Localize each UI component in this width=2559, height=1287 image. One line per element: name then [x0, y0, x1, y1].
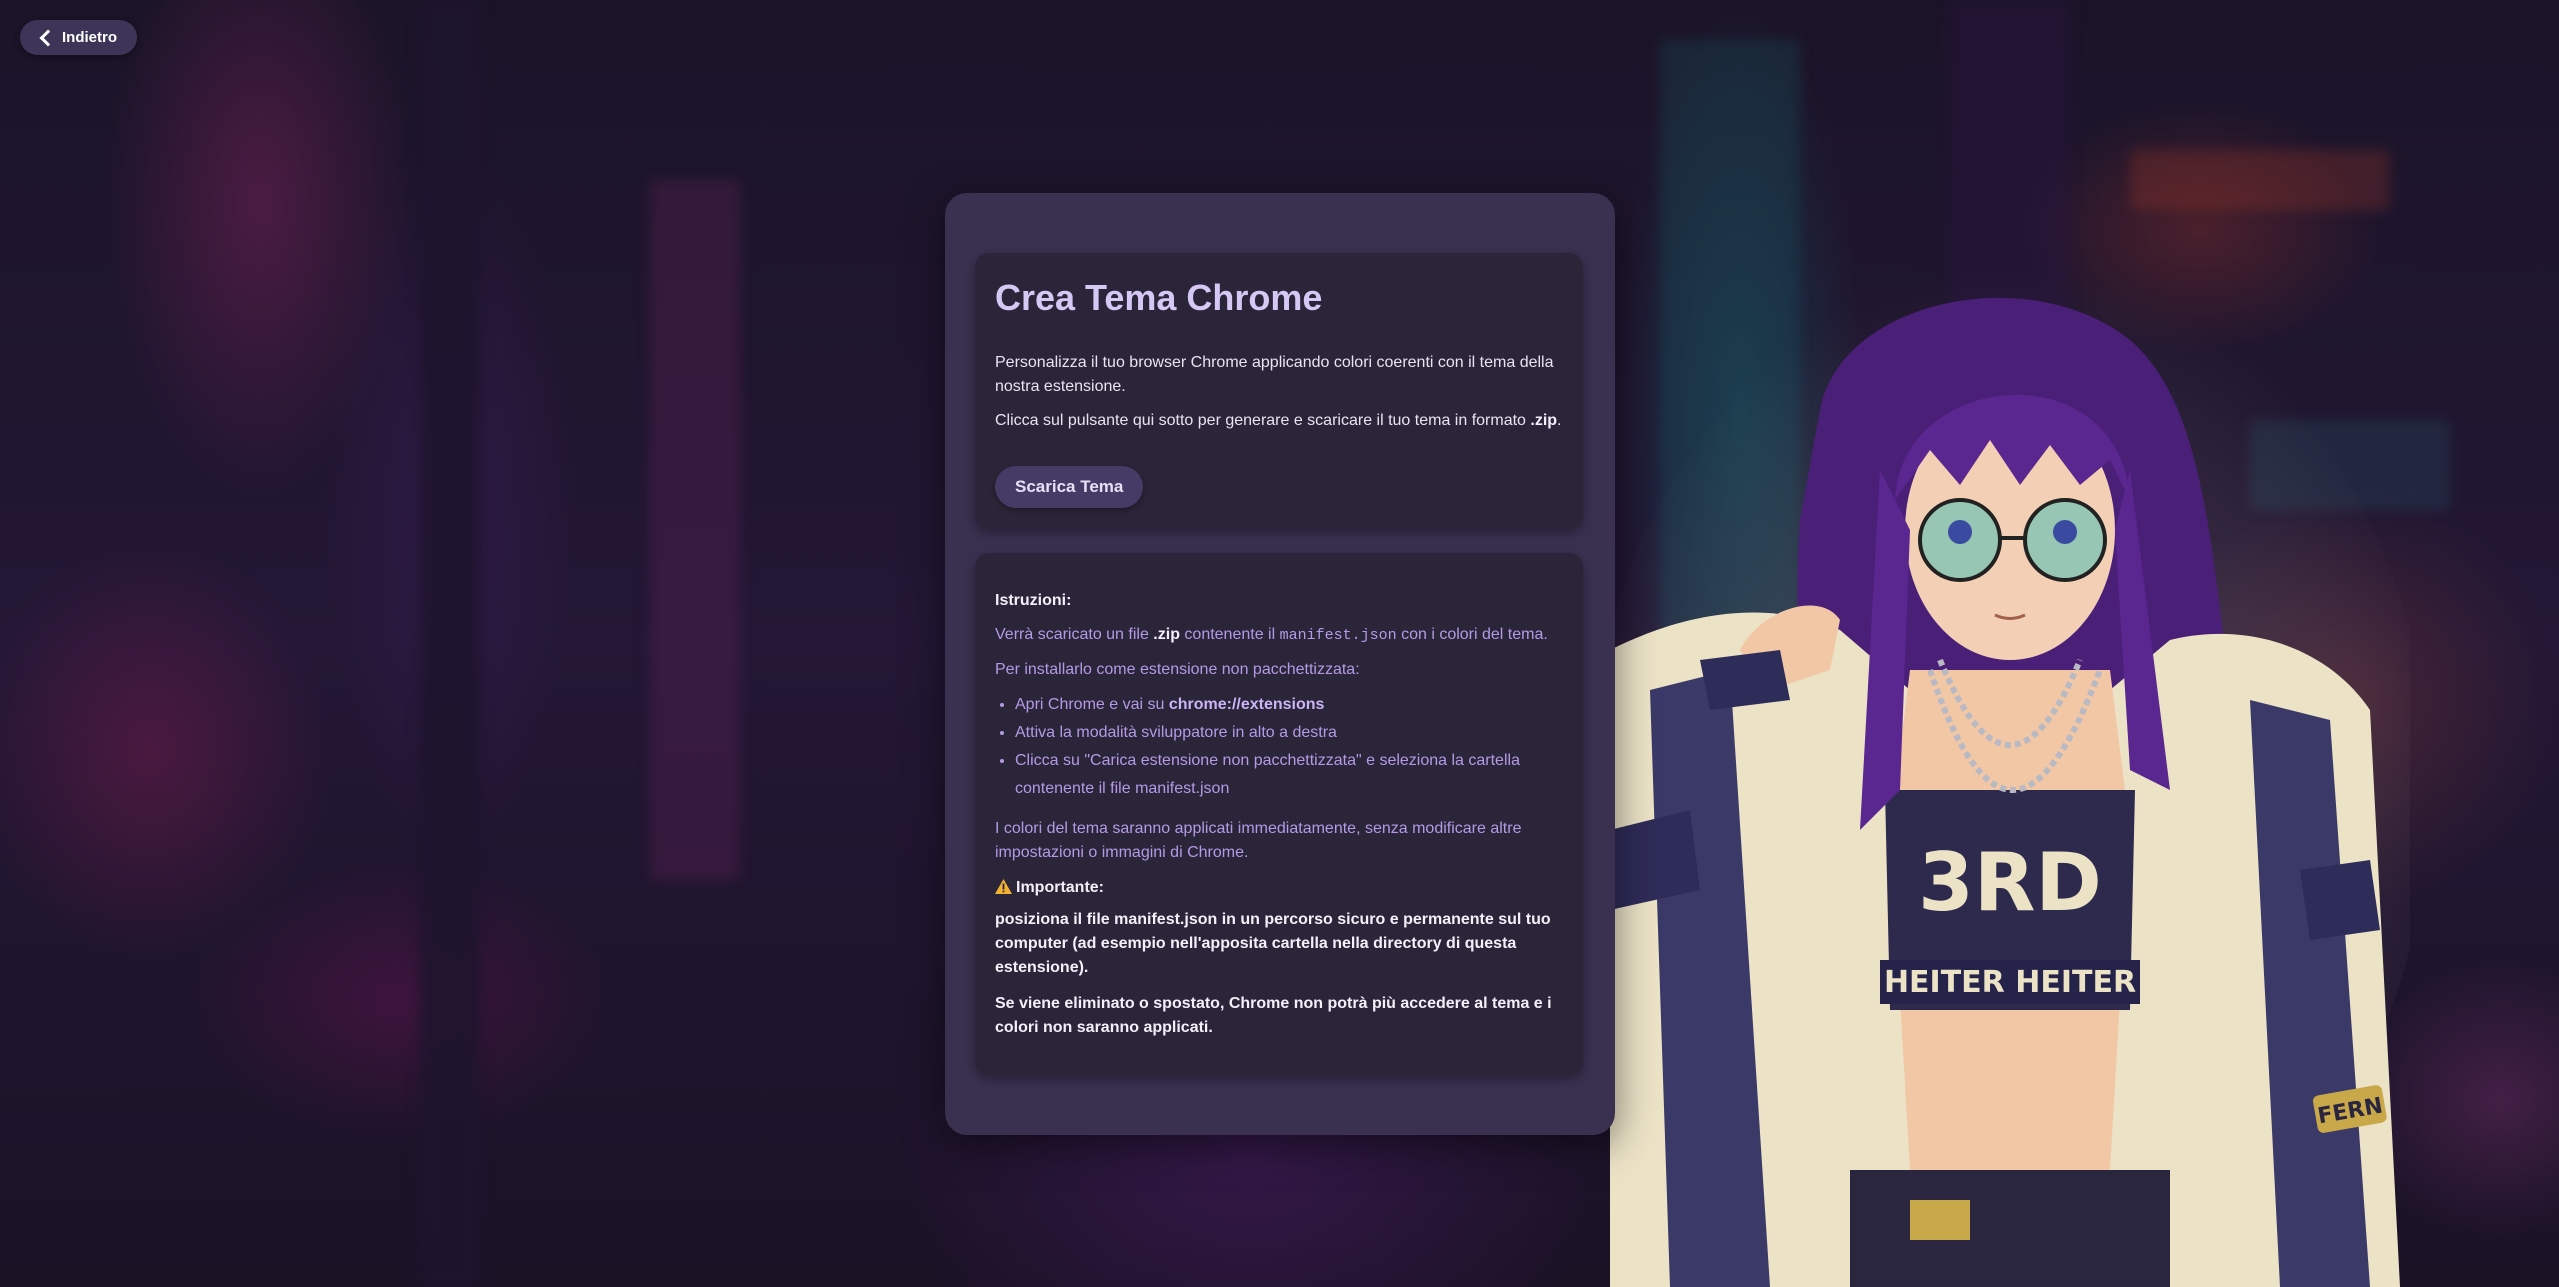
instruction-text: Clicca sul pulsante qui sotto per genera…	[995, 409, 1563, 433]
step1-url: chrome://extensions	[1168, 696, 1325, 713]
chevron-left-icon	[39, 29, 57, 47]
install-step-2: Attiva la modalità sviluppatore in alto …	[1015, 719, 1563, 747]
line1-text-a: Verrà scaricato un file	[995, 626, 1154, 643]
line1-zip: .zip	[1153, 626, 1180, 643]
create-theme-card: Crea Tema Chrome Personalizza il tuo bro…	[975, 253, 1583, 529]
instructions-card: Istruzioni: Verrà scaricato un file .zip…	[975, 553, 1583, 1075]
apply-note: I colori del tema saranno applicati imme…	[995, 820, 1522, 861]
warning-icon	[995, 879, 1012, 894]
instruction-format: .zip	[1530, 412, 1558, 429]
step1-text: Apri Chrome e vai su	[1015, 696, 1169, 713]
download-theme-button[interactable]: Scarica Tema	[995, 466, 1144, 508]
install-step-1: Apri Chrome e vai su chrome://extensions	[1015, 691, 1563, 719]
install-steps-list: Apri Chrome e vai su chrome://extensions…	[995, 691, 1563, 803]
important-text-1: posiziona il file manifest.json in un pe…	[995, 911, 1551, 976]
line1-manifest: manifest.json	[1279, 627, 1397, 644]
line1-text-c: con i colori del tema.	[1396, 626, 1548, 643]
line1-text-b: contenente il	[1179, 626, 1280, 643]
svg-text:3RD: 3RD	[1918, 836, 2102, 929]
instruction-suffix: .	[1557, 412, 1562, 429]
instructions-heading: Istruzioni:	[995, 592, 1072, 609]
install-step-3: Clicca su "Carica estensione non pacchet…	[1015, 747, 1563, 803]
important-heading: Importante:	[995, 876, 1104, 900]
instructions-line-2: Per installarlo come estensione non pacc…	[995, 661, 1360, 678]
page-title: Crea Tema Chrome	[995, 277, 1323, 318]
back-button-label: Indietro	[62, 29, 117, 46]
instructions-line-1: Verrà scaricato un file .zip contenente …	[995, 623, 1563, 648]
back-button[interactable]: Indietro	[20, 20, 137, 55]
anime-character-illustration: 3RD HEITER HEITER FERN	[1610, 270, 2410, 1287]
theme-panel: Crea Tema Chrome Personalizza il tuo bro…	[945, 193, 1615, 1135]
svg-text:HEITER HEITER: HEITER HEITER	[1884, 965, 2136, 1000]
important-label: Importante:	[1016, 879, 1104, 896]
important-text-2: Se viene eliminato o spostato, Chrome no…	[995, 995, 1552, 1036]
instruction-prefix: Clicca sul pulsante qui sotto per genera…	[995, 412, 1531, 429]
intro-text: Personalizza il tuo browser Chrome appli…	[995, 354, 1554, 395]
